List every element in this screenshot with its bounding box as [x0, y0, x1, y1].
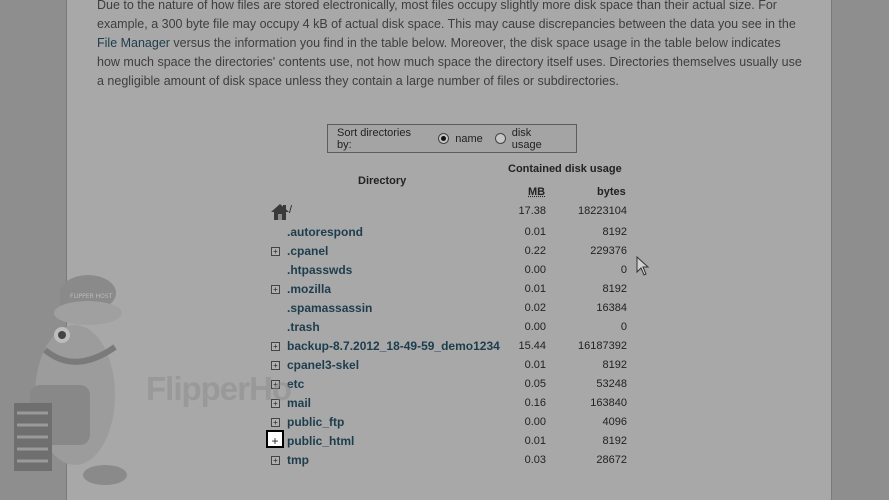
table-row-root: / 17.38 18223104 [0, 203, 889, 222]
directory-mb: 15.44 [518, 340, 546, 352]
contained-usage-header: Contained disk usage [508, 163, 622, 175]
intro-line-2: example, a 300 byte file may occupy 4 kB… [97, 17, 796, 31]
directory-bytes: 53248 [596, 378, 627, 390]
sort-label: Sort directories by: [337, 126, 411, 151]
directory-mb: 0.03 [524, 454, 546, 466]
directory-mb: 0.01 [524, 359, 546, 371]
sort-disk-usage-radio[interactable] [494, 133, 506, 144]
directory-mb: 0.00 [524, 264, 546, 276]
sort-disk-usage-label: disk usage [511, 126, 542, 151]
flipperhost-mascot-logo: FLIPPER HOST [14, 275, 127, 485]
mouse-cursor-icon [636, 256, 650, 276]
home-icon[interactable] [270, 203, 290, 221]
expand-icon[interactable]: + [271, 418, 280, 427]
file-manager-link[interactable]: File Manager [97, 36, 170, 50]
directory-mb: 0.05 [524, 378, 546, 390]
directory-mb: 0.00 [524, 321, 546, 333]
root-bytes: 18223104 [578, 205, 627, 217]
root-directory-name[interactable]: / [289, 204, 292, 216]
directory-link[interactable]: tmp [287, 453, 309, 467]
directory-mb: 0.22 [524, 245, 546, 257]
directory-bytes: 28672 [596, 454, 627, 466]
sort-name-label: name [455, 132, 483, 145]
directory-bytes: 0 [620, 264, 627, 276]
directory-bytes: 163840 [590, 397, 627, 409]
directory-link[interactable]: .htpasswds [287, 263, 352, 277]
directory-bytes: 16187392 [578, 340, 627, 352]
directory-bytes: 16384 [596, 302, 627, 314]
directory-bytes: 4096 [602, 416, 627, 428]
expand-icon[interactable]: + [266, 430, 284, 448]
directory-link[interactable]: .mozilla [287, 282, 331, 296]
directory-mb: 0.01 [524, 226, 546, 238]
directory-mb: 0.02 [524, 302, 546, 314]
directory-bytes: 8192 [602, 283, 627, 295]
root-mb: 17.38 [518, 205, 546, 217]
expand-icon[interactable]: + [271, 456, 280, 465]
sort-directories-box: Sort directories by: name disk usage [327, 124, 577, 153]
directory-link[interactable]: public_html [287, 434, 354, 448]
directory-bytes: 8192 [602, 226, 627, 238]
directory-link[interactable]: .spamassassin [287, 301, 372, 315]
directory-link[interactable]: cpanel3-skel [287, 358, 359, 372]
directory-link[interactable]: .autorespond [287, 225, 363, 239]
directory-link[interactable]: .trash [287, 320, 320, 334]
directory-bytes: 8192 [602, 435, 627, 447]
directory-bytes: 8192 [602, 359, 627, 371]
directory-mb: 0.00 [524, 416, 546, 428]
table-row: + .cpanel 0.22 229376 [0, 243, 889, 262]
directory-bytes: 0 [620, 321, 627, 333]
intro-line-3: versus the information you find in the t… [97, 36, 802, 88]
directory-link[interactable]: public_ftp [287, 415, 344, 429]
sort-by-name-option[interactable]: name [438, 133, 483, 145]
expand-icon[interactable]: + [271, 361, 280, 370]
directory-mb: 0.16 [524, 397, 546, 409]
expand-icon[interactable]: + [271, 247, 280, 256]
expand-icon[interactable]: + [271, 285, 280, 294]
bytes-column-header: bytes [597, 186, 626, 198]
directory-link[interactable]: backup-8.7.2012_18-49-59_demo1234 [287, 339, 500, 353]
directory-column-header: Directory [358, 175, 407, 187]
directory-bytes: 229376 [590, 245, 627, 257]
sort-by-disk-usage-option[interactable]: disk usage [494, 126, 564, 151]
directory-mb: 0.01 [524, 283, 546, 295]
intro-text: Due to the nature of how files are store… [97, 0, 807, 91]
mascot-cap-text: FLIPPER HOST [70, 293, 113, 300]
table-row: .autorespond 0.01 8192 [0, 224, 889, 243]
mb-column-header: MB [528, 186, 546, 198]
sort-name-radio[interactable] [438, 133, 450, 144]
directory-link[interactable]: .cpanel [287, 244, 328, 258]
directory-mb: 0.01 [524, 435, 546, 447]
intro-line-1: Due to the nature of how files are store… [97, 0, 777, 12]
flipperhost-watermark-text: FlipperHo [146, 370, 292, 407]
expand-icon[interactable]: + [271, 342, 280, 351]
